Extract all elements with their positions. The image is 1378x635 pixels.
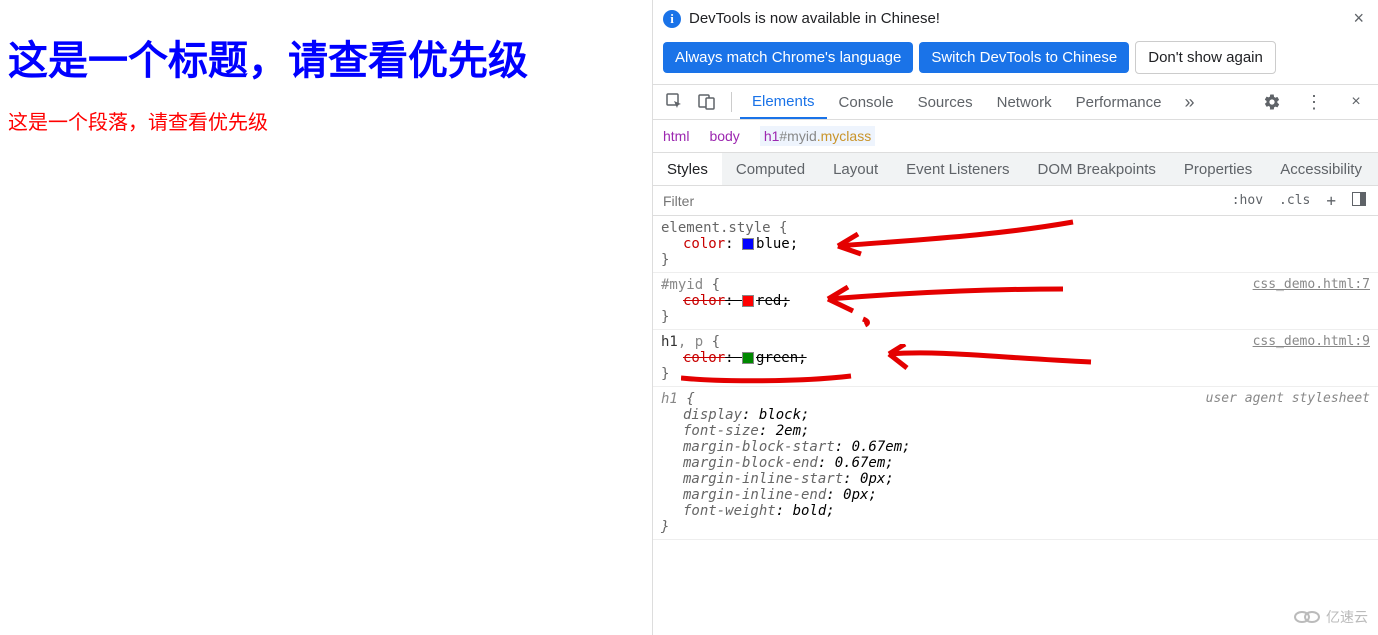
cls-toggle[interactable]: .cls <box>1275 191 1314 210</box>
close-devtools-icon[interactable]: × <box>1346 92 1366 112</box>
subtab-props[interactable]: Properties <box>1170 153 1266 185</box>
inspect-icon[interactable] <box>665 92 685 112</box>
gear-icon[interactable] <box>1262 92 1282 112</box>
tab-elements[interactable]: Elements <box>740 85 827 119</box>
close-icon[interactable]: × <box>1349 8 1368 29</box>
page-paragraph: 这是一个段落，请查看优先级 <box>8 106 644 135</box>
breadcrumb-selected[interactable]: h1#myid.myclass <box>760 126 875 146</box>
css-rule[interactable]: #myid {css_demo.html:7 color: red; } <box>653 273 1378 330</box>
dont-show-button[interactable]: Don't show again <box>1135 41 1276 74</box>
more-tabs-icon[interactable]: » <box>1180 92 1200 112</box>
css-rule[interactable]: h1, p {css_demo.html:9 color: green; } <box>653 330 1378 387</box>
hov-toggle[interactable]: :hov <box>1228 191 1267 210</box>
subtab-dombp[interactable]: DOM Breakpoints <box>1024 153 1170 185</box>
breadcrumb-body[interactable]: body <box>709 128 739 144</box>
tab-performance[interactable]: Performance <box>1064 85 1174 119</box>
subtab-a11y[interactable]: Accessibility <box>1266 153 1376 185</box>
devtools-panel: i DevTools is now available in Chinese! … <box>652 0 1378 635</box>
device-toggle-icon[interactable] <box>697 92 717 112</box>
switch-chinese-button[interactable]: Switch DevTools to Chinese <box>919 42 1129 73</box>
css-rule[interactable]: element.style { color: blue; } <box>653 216 1378 273</box>
breadcrumb-html[interactable]: html <box>663 128 689 144</box>
tab-console[interactable]: Console <box>827 85 906 119</box>
match-language-button[interactable]: Always match Chrome's language <box>663 42 913 73</box>
ua-stylesheet-label: user agent stylesheet <box>1206 391 1370 407</box>
source-link[interactable]: css_demo.html:9 <box>1253 334 1370 350</box>
computed-sidebar-icon[interactable] <box>1348 190 1370 212</box>
tab-sources[interactable]: Sources <box>906 85 985 119</box>
subtab-styles[interactable]: Styles <box>653 153 722 185</box>
css-rule[interactable]: h1 {user agent stylesheet display: block… <box>653 387 1378 540</box>
source-link[interactable]: css_demo.html:7 <box>1253 277 1370 293</box>
breadcrumb: html body h1#myid.myclass <box>653 120 1378 152</box>
subtab-listeners[interactable]: Event Listeners <box>892 153 1023 185</box>
subtab-computed[interactable]: Computed <box>722 153 819 185</box>
kebab-icon[interactable]: ⋮ <box>1304 92 1324 112</box>
watermark: 亿速云 <box>1294 607 1368 627</box>
subtab-layout[interactable]: Layout <box>819 153 892 185</box>
filter-input[interactable] <box>653 189 1228 213</box>
new-rule-icon[interactable]: + <box>1322 189 1340 212</box>
info-icon: i <box>663 10 681 28</box>
banner-text: DevTools is now available in Chinese! <box>689 10 940 27</box>
page-heading: 这是一个标题，请查看优先级 <box>8 28 644 86</box>
styles-pane: element.style { color: blue; } #myid {cs… <box>653 216 1378 635</box>
tab-network[interactable]: Network <box>985 85 1064 119</box>
